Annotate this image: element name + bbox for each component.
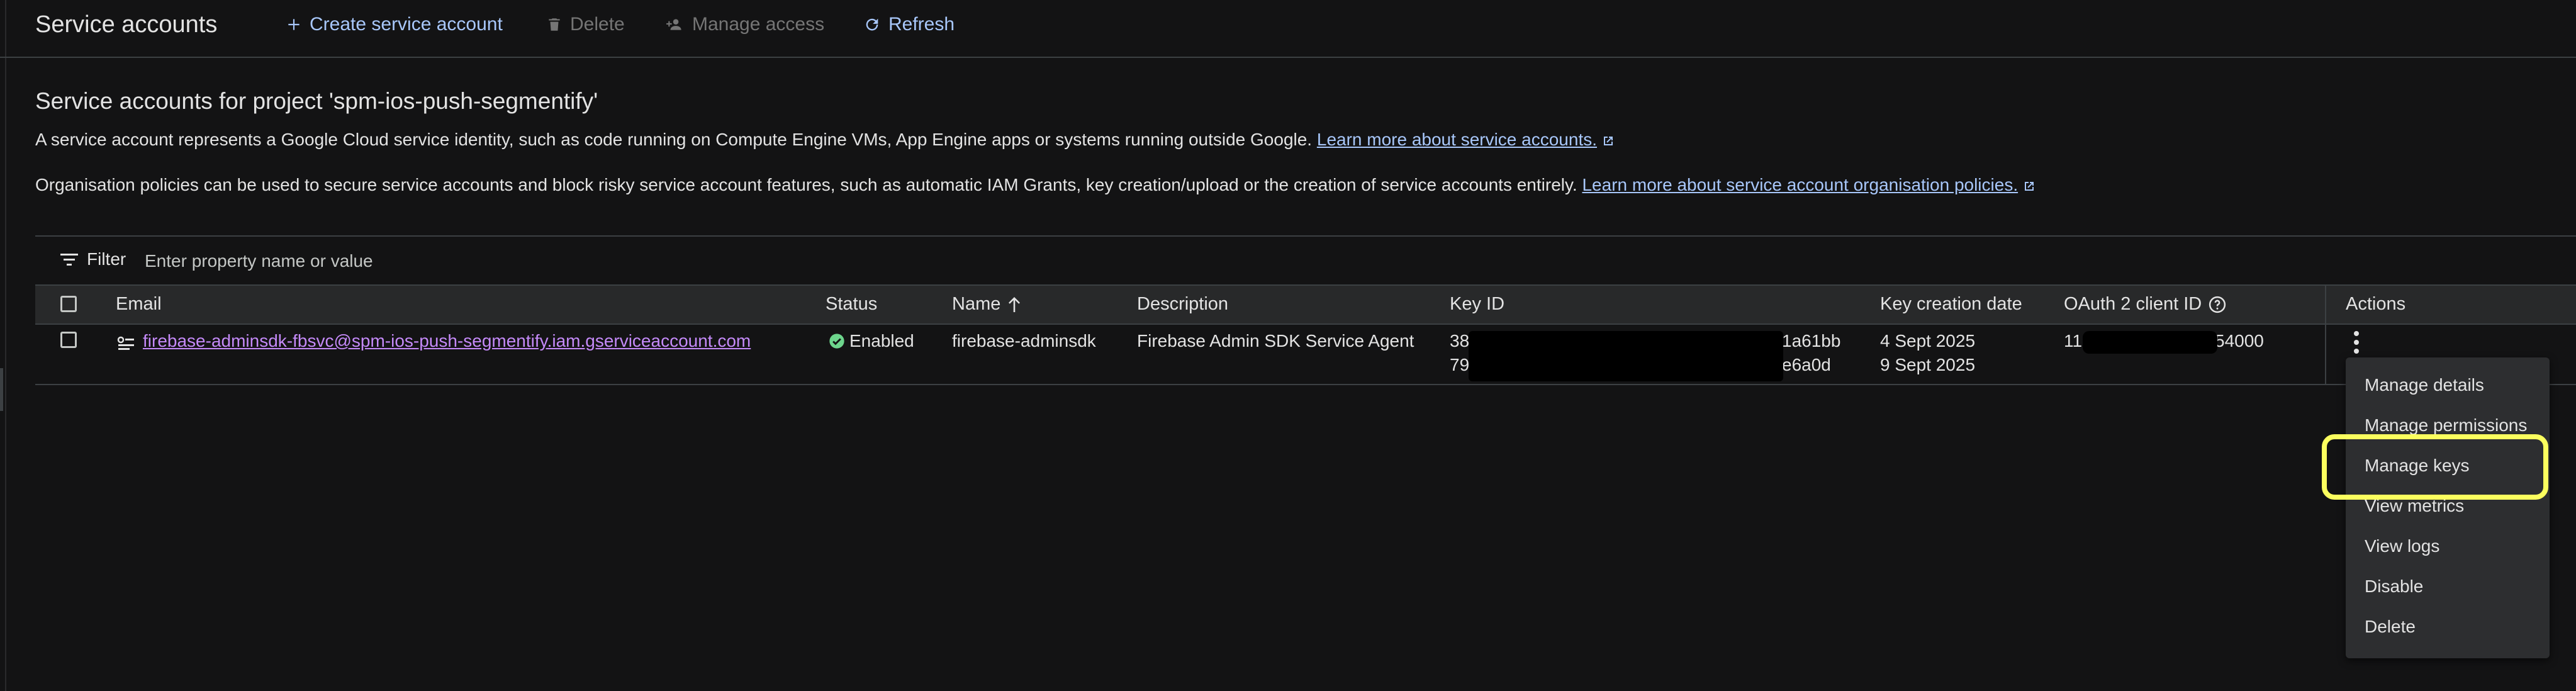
key-id-2-start: 79 <box>1450 355 1470 374</box>
oauth-id-redaction <box>2083 331 2217 354</box>
row-checkbox[interactable] <box>60 332 77 348</box>
person-add-icon <box>666 19 681 30</box>
manage-access-label: Manage access <box>692 14 825 35</box>
menu-item-delete[interactable]: Delete <box>2365 617 2416 637</box>
page-title: Service accounts <box>35 11 218 38</box>
status-cell: Enabled <box>828 331 914 351</box>
help-icon[interactable] <box>2208 295 2227 314</box>
column-header-status[interactable]: Status <box>826 294 877 315</box>
intro-text-2: Organisation policies can be used to sec… <box>35 175 1577 194</box>
description-cell: Firebase Admin SDK Service Agent <box>1137 331 1414 351</box>
filter-bar: Filter <box>35 235 2576 286</box>
oauth-id-start: 11 <box>2064 331 2083 351</box>
column-header-oauth-client-id[interactable]: OAuth 2 client ID <box>2064 294 2227 315</box>
column-header-key-creation-date[interactable]: Key creation date <box>1880 294 2022 315</box>
menu-item-manage-details[interactable]: Manage details <box>2365 375 2484 395</box>
create-service-account-button[interactable]: Create service account <box>286 14 503 35</box>
column-header-oauth-label: OAuth 2 client ID <box>2064 294 2202 314</box>
external-link-icon <box>1604 136 1613 145</box>
key-id-redaction <box>1469 331 1783 381</box>
manage-keys-highlight <box>2322 434 2548 500</box>
check-circle-icon <box>829 334 844 349</box>
select-all-checkbox[interactable] <box>60 296 77 312</box>
service-account-icon <box>117 336 134 350</box>
key-id-1-end: 1a61bb <box>1782 331 1841 351</box>
refresh-button[interactable]: Refresh <box>863 14 955 35</box>
service-account-email-link[interactable]: firebase-adminsdk-fbsvc@spm-ios-push-seg… <box>143 331 751 351</box>
refresh-label: Refresh <box>888 14 955 35</box>
table-row: firebase-adminsdk-fbsvc@spm-ios-push-seg… <box>35 323 2576 385</box>
trash-icon <box>549 18 560 31</box>
status-text: Enabled <box>849 331 914 351</box>
oauth-id-end: 54000 <box>2215 331 2264 351</box>
left-nav-edge <box>0 0 6 691</box>
menu-item-disable[interactable]: Disable <box>2365 576 2423 597</box>
column-header-key-id[interactable]: Key ID <box>1450 294 1504 315</box>
plus-icon <box>288 19 300 30</box>
create-service-account-label: Create service account <box>310 14 503 35</box>
toolbar: Service accounts Create service account … <box>0 0 2576 58</box>
learn-more-org-policies-link[interactable]: Learn more about service account organis… <box>1582 175 2018 194</box>
row-actions-menu: Manage details Manage permissions Manage… <box>2346 357 2550 658</box>
filter-button[interactable]: Filter <box>60 249 126 269</box>
key-date-1: 4 Sept 2025 <box>1880 331 1976 351</box>
refresh-icon <box>866 18 878 31</box>
delete-button[interactable]: Delete <box>546 14 625 35</box>
intro-paragraph-1: A service account represents a Google Cl… <box>35 130 1616 150</box>
key-date-2: 9 Sept 2025 <box>1880 355 1976 374</box>
intro-paragraph-2: Organisation policies can be used to sec… <box>35 175 2037 195</box>
key-id-2-end: e6a0d <box>1782 355 1831 374</box>
service-account-email-cell: firebase-adminsdk-fbsvc@spm-ios-push-seg… <box>143 331 751 351</box>
left-nav-marker <box>0 368 3 411</box>
intro-text-1: A service account represents a Google Cl… <box>35 130 1313 149</box>
table-header: Email Status Name Description Key ID Key… <box>35 284 2576 325</box>
sort-ascending-icon <box>1009 296 1021 312</box>
section-heading: Service accounts for project 'spm-ios-pu… <box>35 88 598 114</box>
filter-label: Filter <box>87 249 126 269</box>
column-header-name-label: Name <box>952 294 1001 314</box>
name-cell: firebase-adminsdk <box>952 331 1096 351</box>
delete-label: Delete <box>570 14 625 35</box>
filter-icon <box>60 254 78 266</box>
filter-input[interactable] <box>143 248 712 274</box>
key-id-1-start: 38 <box>1450 331 1470 351</box>
menu-item-view-logs[interactable]: View logs <box>2365 536 2439 556</box>
manage-access-button[interactable]: Manage access <box>666 14 824 35</box>
column-header-description[interactable]: Description <box>1137 294 1228 315</box>
column-header-name[interactable]: Name <box>952 294 1022 315</box>
menu-item-manage-permissions[interactable]: Manage permissions <box>2365 415 2527 435</box>
more-actions-icon[interactable] <box>2353 330 2360 355</box>
learn-more-service-accounts-link[interactable]: Learn more about service accounts. <box>1317 130 1597 149</box>
external-link-icon <box>2025 181 2034 191</box>
column-header-actions: Actions <box>2346 294 2406 314</box>
column-header-email[interactable]: Email <box>116 294 162 315</box>
